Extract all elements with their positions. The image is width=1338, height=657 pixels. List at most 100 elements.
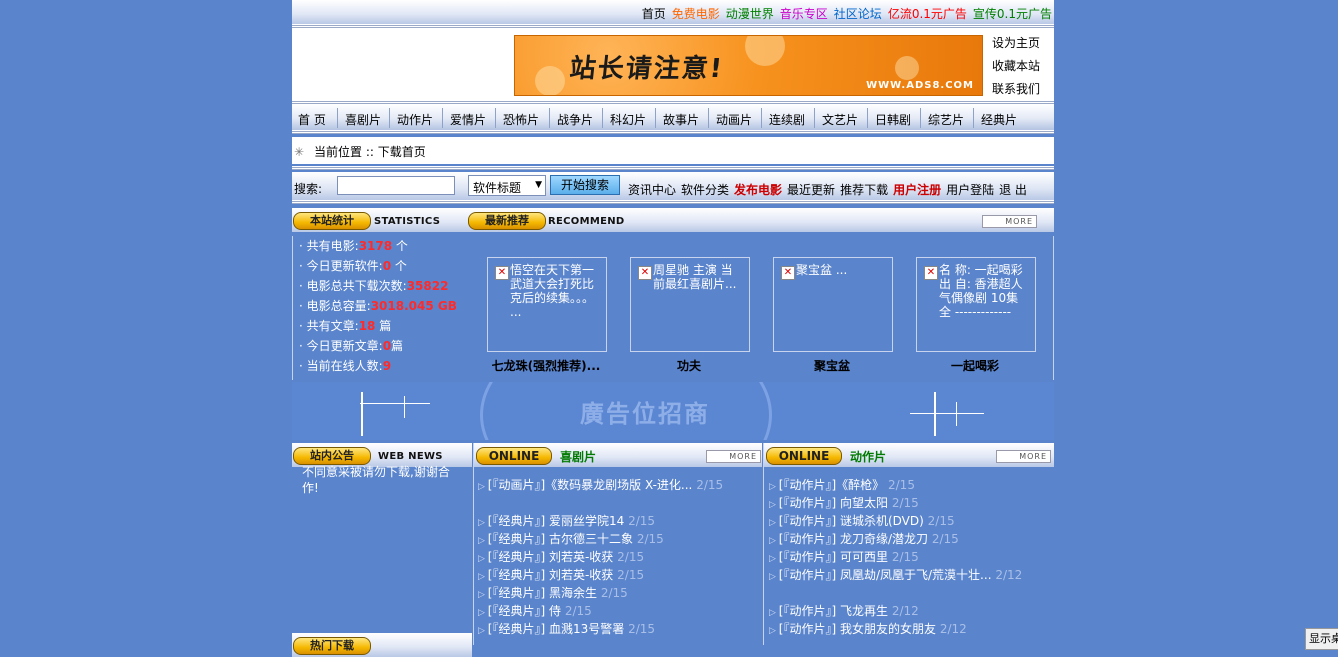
nav-item[interactable]: 日韩剧 [875,111,911,128]
list-item[interactable]: ▷ [『动作片』] 飞龙再生 2/12 [769,602,1051,620]
recommend-caption[interactable]: 一起喝彩 [905,357,1045,374]
search-link[interactable]: 退 出 [999,183,1027,197]
nav-item[interactable]: 综艺片 [928,111,964,128]
list-item[interactable]: ▷ [『动作片』]《醉枪》 2/15 [769,476,1051,494]
top-link[interactable]: 亿流0.1元广告 [888,7,967,21]
list-item[interactable]: ▷ [『经典片』] 侍 2/15 [478,602,760,620]
broken-image-icon: ✕ [924,266,938,280]
list-item-title[interactable]: [『经典片』] 侍 [488,604,561,618]
list-item-title[interactable]: [『动作片』]《醉枪》 [779,478,884,492]
crosshair-icon [956,402,957,426]
list-item[interactable]: ▷ [『动作片』] 我女朋友的女朋友 2/12 [769,620,1051,638]
recommend-thumb[interactable]: ✕ 聚宝盆 ... [773,257,893,352]
list-item[interactable]: ▷ [『经典片』] 血溅13号警署 2/15 [478,620,760,638]
nav-item[interactable]: 爱情片 [450,111,486,128]
search-link[interactable]: 软件分类 [681,183,729,197]
comedy-title[interactable]: 喜剧片 [560,448,596,465]
stat-value: 3018.045 GB [370,299,457,313]
list-item-title[interactable]: [『动作片』] 龙刀奇缘/潜龙刀 [779,532,928,546]
nav-separator [761,108,762,128]
action-title[interactable]: 动作片 [850,448,886,465]
list-item[interactable]: ▷ [『经典片』] 爱丽丝学院14 2/15 [478,512,760,530]
nav-item[interactable]: 连续剧 [769,111,805,128]
banner-ad[interactable]: 站长请注意! WWW.ADS8.COM [514,35,983,96]
list-item-title[interactable]: [『动画片』]《数码暴龙剧场版 X-进化... [488,478,693,492]
search-button[interactable]: 开始搜索 [550,175,620,195]
stat-value: 9 [382,359,392,373]
list-item[interactable]: ▷ [『动作片』] 向望太阳 2/15 [769,494,1051,512]
list-item-title[interactable]: [『动作片』] 向望太阳 [779,496,888,510]
list-item[interactable]: ▷ [『经典片』] 黑海余生 2/15 [478,584,760,602]
ad-banner[interactable]: 廣告位招商 [292,382,1054,440]
recommend-thumb[interactable]: ✕ 周星驰 主演 当前最红喜剧片... [630,257,750,352]
status-button[interactable]: 显示桌 [1305,628,1338,650]
list-item-date: 2/15 [931,532,959,546]
search-link[interactable]: 最近更新 [787,183,835,197]
stat-value: 0 [382,259,392,273]
arrow-icon: ▷ [769,608,779,618]
action-more-button[interactable]: MORE [996,450,1051,463]
set-homepage-link[interactable]: 设为主页 [992,32,1040,55]
list-item-title[interactable]: [『动作片』] 谜城杀机(DVD) [779,514,924,528]
top-link[interactable]: 动漫世界 [726,7,774,21]
recommend-caption[interactable]: 聚宝盆 [762,357,902,374]
recommend-caption[interactable]: 功夫 [619,357,759,374]
nav-item[interactable]: 动画片 [716,111,752,128]
nav-item[interactable]: 文艺片 [822,111,858,128]
top-link[interactable]: 宣传0.1元广告 [973,7,1052,21]
list-item-title[interactable]: [『动作片』] 凤凰劫/凤凰于飞/荒漠十壮... [779,568,992,582]
list-item-title[interactable]: [『经典片』] 古尔德三十二象 [488,532,633,546]
top-link[interactable]: 社区论坛 [834,7,882,21]
nav-item[interactable]: 战争片 [557,111,593,128]
nav-item[interactable]: 首 页 [298,111,326,128]
nav-item[interactable]: 经典片 [981,111,1017,128]
contact-link[interactable]: 联系我们 [992,78,1040,101]
top-link[interactable]: 首页 [642,7,666,21]
list-item[interactable]: ▷ [『动作片』] 谜城杀机(DVD) 2/15 [769,512,1051,530]
list-item-title[interactable]: [『经典片』] 刘若英-收获 [488,568,614,582]
nav-item[interactable]: 科幻片 [610,111,646,128]
arrow-icon: ▷ [478,608,488,618]
list-item-title[interactable]: [『经典片』] 爱丽丝学院14 [488,514,624,528]
list-item-title[interactable]: [『经典片』] 刘若英-收获 [488,550,614,564]
search-input[interactable] [337,176,455,195]
nav-item[interactable]: 恐怖片 [503,111,539,128]
list-item-title[interactable]: [『动作片』] 可可西里 [779,550,888,564]
nav-item[interactable]: 动作片 [397,111,433,128]
list-item-title[interactable]: [『动作片』] 我女朋友的女朋友 [779,622,936,636]
action-header: ONLINE 动作片 MORE [764,443,1054,467]
list-item-title[interactable]: [『经典片』] 黑海余生 [488,586,597,600]
search-link[interactable]: 用户注册 [893,183,941,197]
recommend-caption[interactable]: 七龙珠(强烈推荐)... [476,357,616,374]
nav-item[interactable]: 喜剧片 [345,111,381,128]
list-item[interactable]: ▷ [『动画片』]《数码暴龙剧场版 X-进化... 2/15 [478,476,760,512]
search-link[interactable]: 发布电影 [734,183,782,197]
search-type-select[interactable]: 软件标题 ▼ [468,175,546,196]
banner-bubble [535,66,565,95]
search-link[interactable]: 资讯中心 [628,183,676,197]
list-item-title[interactable]: [『经典片』] 血溅13号警署 [488,622,624,636]
top-link[interactable]: 免费电影 [672,7,720,21]
action-list: ▷ [『动作片』]《醉枪》 2/15 ▷ [『动作片』] 向望太阳 2/15 ▷ [… [769,476,1051,638]
recommend-thumb[interactable]: ✕ 名 称: 一起喝彩 出 自: 香港超人气偶像剧 10集全 ----------… [916,257,1036,352]
top-link[interactable]: 音乐专区 [780,7,828,21]
recommend-thumb[interactable]: ✕ 悟空在天下第一武道大会打死比克后的续集。。。 ... [487,257,607,352]
list-item[interactable]: ▷ [『经典片』] 古尔德三十二象 2/15 [478,530,760,548]
nav-item[interactable]: 故事片 [663,111,699,128]
list-item[interactable]: ▷ [『动作片』] 龙刀奇缘/潜龙刀 2/15 [769,530,1051,548]
nav-separator [602,108,603,128]
list-item-date: 2/15 [891,550,919,564]
list-item[interactable]: ▷ [『经典片』] 刘若英-收获 2/15 [478,548,760,566]
stat-row: · 今日更新文章:0篇 [299,336,457,356]
list-item-title[interactable]: [『动作片』] 飞龙再生 [779,604,888,618]
nav-separator [549,108,550,128]
list-item[interactable]: ▷ [『动作片』] 可可西里 2/15 [769,548,1051,566]
list-item[interactable]: ▷ [『经典片』] 刘若英-收获 2/15 [478,566,760,584]
bookmark-link[interactable]: 收藏本站 [992,55,1040,78]
search-link[interactable]: 用户登陆 [946,183,994,197]
comedy-more-button[interactable]: MORE [706,450,761,463]
search-link[interactable]: 推荐下载 [840,183,888,197]
recommend-more-button[interactable]: MORE [982,215,1037,228]
arrow-icon: ▷ [769,518,779,528]
list-item[interactable]: ▷ [『动作片』] 凤凰劫/凤凰于飞/荒漠十壮... 2/12 [769,566,1051,602]
